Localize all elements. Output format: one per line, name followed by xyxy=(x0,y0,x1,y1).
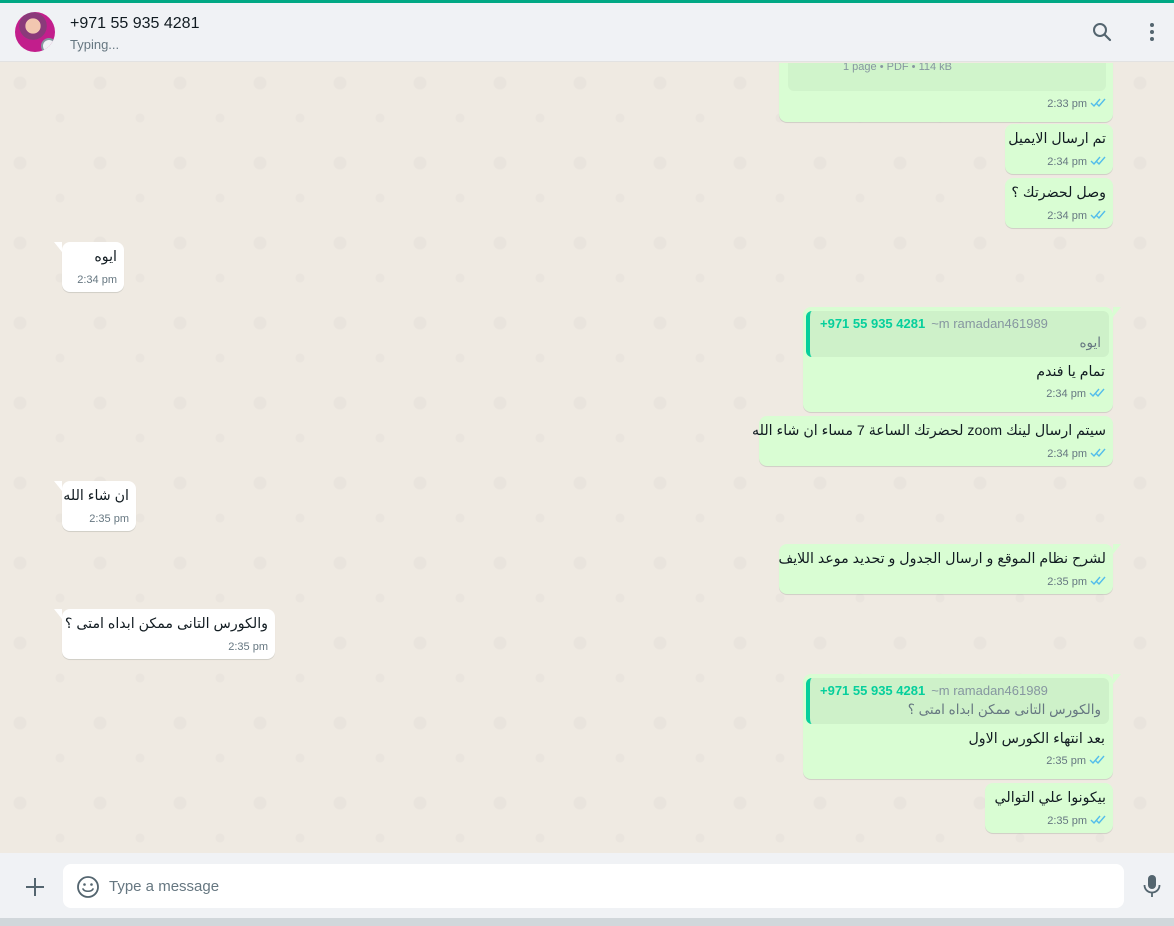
message-bubble-incoming[interactable]: والكورس التانى ممكن ابداه امتى ؟ 2:35 pm xyxy=(54,609,275,659)
read-receipt-icon xyxy=(1090,97,1106,108)
document-meta: 1 page • PDF • 114 kB xyxy=(788,63,1106,91)
avatar[interactable] xyxy=(15,12,55,52)
search-icon[interactable] xyxy=(1090,20,1114,44)
message-text: ان شاء الله xyxy=(63,488,129,504)
message-meta: 2:34 pm xyxy=(806,387,1109,402)
message-bubble-incoming[interactable]: ان شاء الله 2:35 pm xyxy=(54,481,136,531)
read-receipt-icon xyxy=(1090,447,1106,458)
quoted-author: +971 55 935 4281 xyxy=(820,316,926,331)
quoted-text: ايوه xyxy=(1079,335,1101,350)
message-meta: 2:34 pm xyxy=(1014,155,1106,170)
message-composer xyxy=(0,853,1174,918)
message-time: 2:35 pm xyxy=(1046,755,1086,767)
message-time: 2:33 pm xyxy=(1047,98,1087,110)
read-receipt-icon xyxy=(1090,155,1106,166)
message-time: 2:35 pm xyxy=(1047,576,1087,588)
message-text: تم ارسال الايميل xyxy=(1008,131,1106,147)
status-ring-icon xyxy=(41,38,55,52)
contact-name[interactable]: +971 55 935 4281 xyxy=(70,15,199,33)
message-time: 2:34 pm xyxy=(1046,388,1086,400)
message-bubble-incoming[interactable]: ايوه 2:34 pm xyxy=(54,242,124,292)
message-list[interactable]: 1 page • PDF • 114 kB 2:33 pm تم ارسال ا… xyxy=(0,63,1174,853)
bubble-tail xyxy=(1113,307,1121,317)
menu-icon[interactable] xyxy=(1140,20,1164,44)
message-text: تمام يا فندم xyxy=(1036,364,1105,380)
message-bubble-reply[interactable]: +971 55 935 4281 ~m ramadan461989 والكورس… xyxy=(803,674,1121,779)
message-bubble-outgoing[interactable]: لشرح نظام الموقع و ارسال الجدول و تحديد … xyxy=(778,544,1121,594)
message-bubble-outgoing[interactable]: وصل لحضرتك ؟ 2:34 pm xyxy=(1005,178,1113,228)
message-time: 2:35 pm xyxy=(1047,815,1087,827)
emoji-icon[interactable] xyxy=(75,874,101,900)
message-meta: 2:34 pm xyxy=(71,273,117,288)
message-meta: 2:35 pm xyxy=(806,754,1109,769)
quoted-text: والكورس التانى ممكن ابداه امتى ؟ xyxy=(907,702,1101,717)
message-text: بعد انتهاء الكورس الاول xyxy=(968,731,1105,747)
read-receipt-icon xyxy=(1090,209,1106,220)
window-bottom-strip xyxy=(0,918,1174,926)
message-bubble-document[interactable]: 1 page • PDF • 114 kB 2:33 pm xyxy=(779,63,1113,122)
message-bubble-outgoing[interactable]: بيكونوا علي التوالي 2:35 pm xyxy=(985,783,1113,833)
chat-header: +971 55 935 4281 Typing... xyxy=(0,3,1174,62)
message-text: وصل لحضرتك ؟ xyxy=(1011,185,1106,201)
message-time: 2:35 pm xyxy=(228,641,268,653)
message-text: بيكونوا علي التوالي xyxy=(994,790,1106,806)
message-time: 2:34 pm xyxy=(77,274,117,286)
message-bubble-outgoing[interactable]: سيتم ارسال لينك zoom لحضرتك الساعة 7 مسا… xyxy=(752,416,1113,466)
message-text: ايوه xyxy=(94,249,117,265)
quoted-message[interactable]: +971 55 935 4281 ~m ramadan461989 ايوه xyxy=(806,311,1109,357)
bubble-tail xyxy=(1113,674,1121,684)
contact-status: Typing... xyxy=(70,37,120,52)
bubble-tail xyxy=(54,242,62,252)
message-meta: 2:35 pm xyxy=(71,640,268,655)
message-meta: 2:33 pm xyxy=(788,97,1106,112)
message-meta: 2:35 pm xyxy=(788,575,1106,590)
message-time: 2:35 pm xyxy=(89,513,129,525)
message-time: 2:34 pm xyxy=(1047,210,1087,222)
message-meta: 2:35 pm xyxy=(71,512,129,527)
bubble-tail xyxy=(54,481,62,491)
quoted-pushname: ~m ramadan461989 xyxy=(931,683,1048,698)
message-text: لشرح نظام الموقع و ارسال الجدول و تحديد … xyxy=(778,551,1106,567)
plus-icon[interactable] xyxy=(23,875,47,899)
microphone-icon[interactable] xyxy=(1140,873,1164,899)
message-meta: 2:34 pm xyxy=(1014,209,1106,224)
message-time: 2:34 pm xyxy=(1047,156,1087,168)
bubble-tail xyxy=(1113,544,1121,554)
read-receipt-icon xyxy=(1089,387,1105,398)
message-bubble-reply[interactable]: +971 55 935 4281 ~m ramadan461989 ايوه تم… xyxy=(803,307,1121,412)
message-meta: 2:34 pm xyxy=(768,447,1106,462)
message-text: سيتم ارسال لينك zoom لحضرتك الساعة 7 مسا… xyxy=(752,423,1106,439)
quoted-message[interactable]: +971 55 935 4281 ~m ramadan461989 والكورس… xyxy=(806,678,1109,724)
message-bubble-outgoing[interactable]: تم ارسال الايميل 2:34 pm xyxy=(1005,124,1113,174)
bubble-tail xyxy=(54,609,62,619)
read-receipt-icon xyxy=(1090,575,1106,586)
message-time: 2:34 pm xyxy=(1047,448,1087,460)
message-text: والكورس التانى ممكن ابداه امتى ؟ xyxy=(64,616,268,632)
message-input[interactable] xyxy=(109,864,1109,908)
message-input-box[interactable] xyxy=(63,864,1124,908)
quoted-pushname: ~m ramadan461989 xyxy=(931,316,1048,331)
read-receipt-icon xyxy=(1090,814,1106,825)
message-meta: 2:35 pm xyxy=(994,814,1106,829)
read-receipt-icon xyxy=(1089,754,1105,765)
quoted-author: +971 55 935 4281 xyxy=(820,683,926,698)
